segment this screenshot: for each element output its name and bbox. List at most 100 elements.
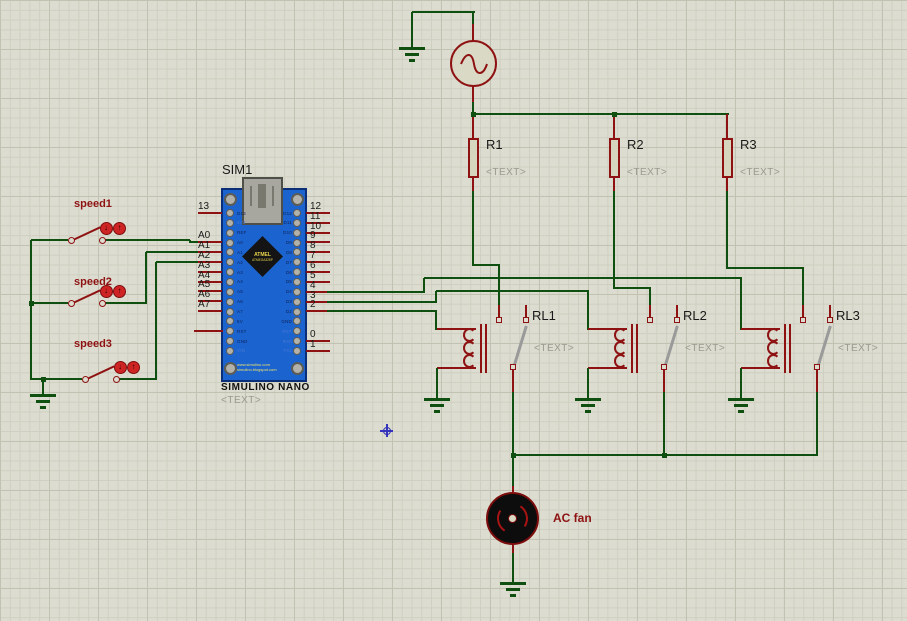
- ground-symbol[interactable]: [575, 398, 601, 414]
- component-pin-wire[interactable]: [726, 177, 728, 191]
- component-pin-wire[interactable]: [512, 486, 514, 493]
- relay-terminal[interactable]: [510, 364, 516, 370]
- switch-lever[interactable]: [73, 289, 101, 303]
- wire[interactable]: [105, 302, 146, 304]
- component-pin-wire[interactable]: [472, 114, 474, 139]
- schematic-canvas[interactable]: R1 R2 R3 <TEXT> <TEXT> <TEXT> SIM1 ATMEL…: [0, 0, 907, 621]
- wire[interactable]: [119, 378, 156, 380]
- relay-terminal[interactable]: [800, 317, 806, 323]
- switch-actuator-up-button[interactable]: ↑: [127, 361, 140, 374]
- switch-actuator-down-button[interactable]: ↓: [114, 361, 127, 374]
- ground-symbol[interactable]: [728, 398, 754, 414]
- pin-stub-1[interactable]: [306, 350, 330, 352]
- pin-stub-A7[interactable]: [198, 310, 222, 312]
- wire[interactable]: [663, 392, 665, 456]
- relay-terminal[interactable]: [814, 364, 820, 370]
- wire[interactable]: [436, 368, 438, 398]
- relay-terminal[interactable]: [523, 317, 529, 323]
- board-pin-name: D6: [266, 270, 292, 275]
- wire[interactable]: [31, 378, 82, 380]
- switch-lever[interactable]: [87, 365, 115, 379]
- wire[interactable]: [512, 455, 514, 487]
- switch-actuator-down-button[interactable]: ↓: [100, 285, 113, 298]
- ground-symbol[interactable]: [424, 398, 450, 414]
- switch-actuator-up-button[interactable]: ↑: [113, 285, 126, 298]
- wire[interactable]: [473, 264, 500, 266]
- relay-terminal[interactable]: [647, 317, 653, 323]
- wire[interactable]: [587, 368, 589, 398]
- wire[interactable]: [155, 262, 157, 380]
- component-pin-wire[interactable]: [613, 114, 615, 139]
- wire[interactable]: [512, 392, 514, 456]
- wire[interactable]: [436, 290, 589, 292]
- relay-terminal[interactable]: [827, 317, 833, 323]
- switch-terminal[interactable]: [68, 237, 75, 244]
- switch-terminal[interactable]: [113, 376, 120, 383]
- resistor-R3[interactable]: [722, 138, 733, 178]
- origin-marker-icon: [383, 427, 391, 435]
- pin-stub-13[interactable]: [198, 212, 222, 214]
- wire[interactable]: [411, 12, 413, 47]
- wire[interactable]: [189, 240, 191, 243]
- wire[interactable]: [649, 288, 651, 306]
- wire[interactable]: [472, 190, 474, 266]
- wire[interactable]: [424, 277, 742, 279]
- wire[interactable]: [412, 11, 475, 13]
- wire[interactable]: [740, 278, 742, 330]
- wire[interactable]: [423, 278, 425, 293]
- pin-stub-RST[interactable]: [194, 330, 223, 332]
- ground-symbol[interactable]: [399, 47, 425, 63]
- board-pin-name: A2: [237, 260, 243, 265]
- wire[interactable]: [327, 291, 425, 293]
- relay-terminal[interactable]: [496, 317, 502, 323]
- wire[interactable]: [613, 190, 615, 289]
- ground-symbol[interactable]: [30, 394, 56, 410]
- switch-terminal[interactable]: [99, 237, 106, 244]
- component-pin-wire[interactable]: [613, 177, 615, 191]
- component-pin-wire[interactable]: [472, 24, 474, 41]
- wire[interactable]: [327, 310, 437, 312]
- wire[interactable]: [740, 368, 742, 398]
- switch-actuator-up-button[interactable]: ↑: [113, 222, 126, 235]
- wire[interactable]: [31, 239, 68, 241]
- wire[interactable]: [31, 302, 68, 304]
- wire[interactable]: [327, 301, 437, 303]
- wire[interactable]: [145, 252, 147, 304]
- wire[interactable]: [435, 291, 437, 303]
- relay-terminal[interactable]: [674, 317, 680, 323]
- pin-stub-2[interactable]: [306, 310, 327, 312]
- wire[interactable]: [498, 265, 500, 306]
- wire[interactable]: [156, 261, 198, 263]
- relay-contact-stub[interactable]: [663, 369, 665, 393]
- wire[interactable]: [587, 291, 589, 330]
- wire[interactable]: [802, 268, 804, 306]
- component-pin-wire[interactable]: [726, 114, 728, 139]
- wire[interactable]: [473, 113, 729, 115]
- wire[interactable]: [512, 552, 514, 582]
- wire[interactable]: [816, 392, 818, 456]
- component-pin-wire[interactable]: [472, 86, 474, 102]
- board-pin-name: D3: [266, 299, 292, 304]
- wire[interactable]: [30, 240, 32, 380]
- wire[interactable]: [727, 267, 804, 269]
- relay-contact-stub[interactable]: [512, 369, 514, 393]
- ground-bar-icon: [434, 410, 440, 413]
- wire[interactable]: [614, 287, 651, 289]
- board-pin-name: A6: [237, 299, 243, 304]
- wire[interactable]: [105, 239, 190, 241]
- resistor-R1[interactable]: [468, 138, 479, 178]
- resistor-R2[interactable]: [609, 138, 620, 178]
- wire[interactable]: [726, 190, 728, 269]
- switch-terminal[interactable]: [68, 300, 75, 307]
- switch-actuator-down-button[interactable]: ↓: [100, 222, 113, 235]
- pin-pad: [293, 298, 301, 306]
- relay-contact-stub[interactable]: [816, 369, 818, 393]
- relay-terminal[interactable]: [661, 364, 667, 370]
- ground-symbol[interactable]: [500, 582, 526, 598]
- switch-terminal[interactable]: [99, 300, 106, 307]
- switch-terminal[interactable]: [82, 376, 89, 383]
- switch-lever[interactable]: [73, 226, 101, 240]
- component-pin-wire[interactable]: [512, 545, 514, 553]
- component-pin-wire[interactable]: [472, 177, 474, 191]
- wire[interactable]: [146, 251, 198, 253]
